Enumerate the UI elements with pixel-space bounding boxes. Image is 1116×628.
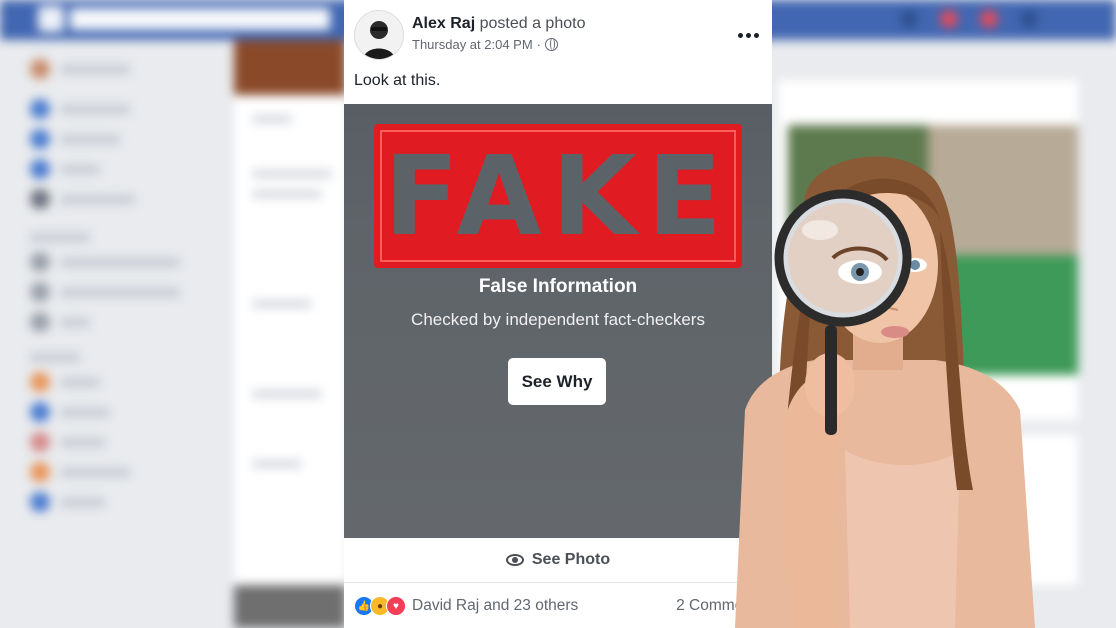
eye-icon	[505, 554, 524, 566]
meta-separator: ·	[536, 37, 542, 52]
reactions-summary[interactable]: David Raj and 23 others	[412, 597, 578, 615]
post-action: posted a photo	[479, 15, 586, 32]
more-options-button[interactable]	[736, 30, 760, 40]
blurred-feed-column	[234, 40, 346, 628]
woman-with-magnifying-glass	[735, 156, 1035, 628]
false-information-overlay: FAKE False Information Checked by indepe…	[344, 104, 772, 538]
post-timestamp[interactable]: Thursday at 2:04 PM	[412, 37, 533, 52]
author-avatar[interactable]	[354, 10, 404, 60]
fake-stamp: FAKE	[374, 124, 742, 268]
overlay-title: False Information	[478, 276, 638, 297]
dot-icon	[745, 32, 751, 38]
reactions-row: 👍 ● ♥ David Raj and 23 others 2 Comments	[354, 594, 764, 618]
post-meta: Thursday at 2:04 PM ·	[412, 37, 559, 52]
person-icon	[363, 21, 395, 59]
author-line: Alex Raj posted a photo	[412, 15, 585, 33]
dot-icon	[753, 32, 759, 38]
facebook-post: Alex Raj posted a photo Thursday at 2:04…	[344, 0, 772, 628]
see-photo-button[interactable]: See Photo	[344, 538, 772, 583]
love-reaction-icon[interactable]: ♥	[386, 596, 406, 616]
see-why-button[interactable]: See Why	[508, 358, 606, 405]
post-text: Look at this.	[354, 72, 441, 89]
dot-icon	[737, 32, 743, 38]
post-header: Alex Raj posted a photo Thursday at 2:04…	[354, 10, 764, 60]
fake-stamp-text: FAKE	[383, 132, 733, 260]
blurred-left-sidebar	[30, 50, 230, 610]
globe-icon	[545, 38, 559, 51]
facebook-logo-icon	[38, 6, 64, 32]
author-name[interactable]: Alex Raj	[412, 15, 475, 32]
overlay-subtitle: Checked by independent fact-checkers	[411, 310, 705, 329]
blurred-search-bar	[70, 8, 330, 30]
see-photo-label: See Photo	[531, 551, 611, 568]
